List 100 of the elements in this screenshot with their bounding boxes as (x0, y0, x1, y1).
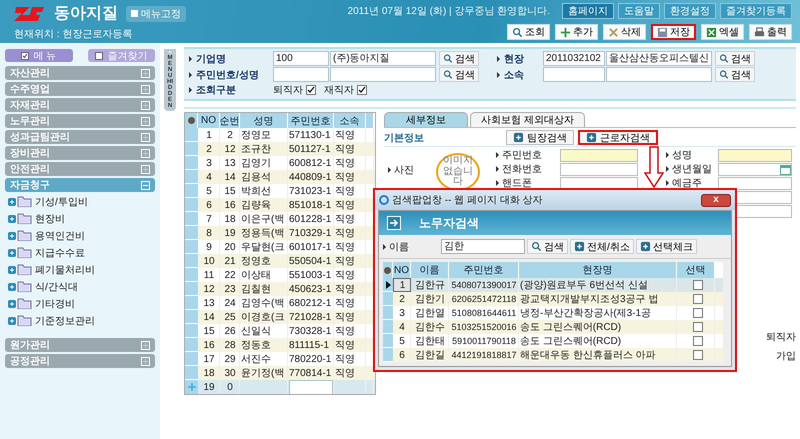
close-button[interactable]: x (701, 194, 731, 206)
input-field[interactable] (289, 380, 333, 394)
column-header[interactable]: 이름 (411, 262, 449, 278)
checkbox[interactable] (357, 85, 367, 96)
checkbox[interactable] (692, 336, 702, 346)
calendar-icon[interactable] (780, 164, 791, 175)
dept-code-field[interactable] (543, 67, 605, 82)
company-name-field[interactable]: (주)동아지질 (330, 51, 436, 66)
id-field[interactable] (273, 67, 329, 82)
option-label: 퇴직자 (766, 331, 796, 344)
input-field[interactable] (560, 149, 638, 162)
toolbar-button[interactable]: 저장 (651, 24, 696, 40)
folder-icon (8, 264, 32, 275)
input-field[interactable] (718, 177, 792, 190)
table-cell: 1 (393, 278, 411, 292)
menu-item[interactable]: 현장비 (5, 211, 155, 226)
menu-item[interactable]: 용역인건비 (5, 228, 155, 243)
expand-icon[interactable] (141, 68, 150, 78)
expand-icon[interactable] (141, 340, 150, 350)
printer-icon (754, 26, 765, 38)
search-button[interactable]: 검색 (439, 67, 479, 82)
empty-box-icon (95, 52, 104, 60)
menu-item[interactable]: 기성/투입비 (5, 194, 155, 209)
field-label: 전화번호 (496, 164, 560, 176)
toolbar-button[interactable]: 삭제 (603, 24, 646, 40)
field-label: 조회구분 (189, 83, 273, 97)
expand-icon[interactable] (141, 164, 150, 174)
expand-icon[interactable] (141, 100, 150, 110)
checkbox[interactable] (692, 294, 702, 304)
detail-tab[interactable]: 사회보험 제외대상자 (470, 112, 585, 127)
field-label: 생년월일 (666, 164, 718, 176)
field-label: 주민번호 (496, 150, 560, 162)
square-icon (131, 10, 138, 17)
photo-label: 사진 (388, 163, 414, 177)
column-header[interactable]: 소속 (334, 113, 366, 128)
company-title: 동아지질 (54, 4, 118, 24)
field-label: 성명 (666, 150, 718, 162)
checkbox[interactable] (692, 322, 702, 332)
menu-item[interactable]: 식/간식대 (5, 279, 155, 294)
site-name-field[interactable]: 울산삼산동오피스텔신 (606, 51, 712, 66)
checkbox[interactable] (692, 350, 702, 360)
header-link[interactable]: 홈페이지 (562, 3, 614, 19)
checkbox[interactable] (306, 85, 316, 96)
name-field[interactable] (330, 67, 436, 82)
search-button[interactable]: 검색 (715, 51, 755, 66)
column-header[interactable] (366, 113, 374, 128)
menu-item[interactable]: 기준정보관리 (5, 313, 155, 328)
table-cell: 6 (393, 348, 411, 362)
dialog-button[interactable]: 선택체크 (636, 239, 697, 254)
expand-icon[interactable] (141, 132, 150, 142)
row-header[interactable] (383, 278, 393, 292)
folder-icon (8, 298, 32, 309)
expand-icon[interactable] (141, 148, 150, 158)
checked-box-icon (21, 52, 30, 60)
input-field[interactable] (718, 149, 792, 162)
input-field[interactable] (560, 163, 638, 176)
toolbar-button[interactable]: 엑셀 (701, 24, 744, 40)
new-row-icon (188, 383, 196, 391)
detail-tab[interactable]: 세부정보 (384, 112, 468, 127)
menu-item[interactable]: 지급수수료 (5, 245, 155, 260)
column-header[interactable]: 주민번호 (449, 262, 519, 278)
menu-item[interactable]: 기타경비 (5, 296, 155, 311)
search-button[interactable]: 검색 (439, 51, 479, 66)
column-header[interactable]: 선택 (677, 262, 715, 278)
dialog-heading: 노무자검색 (419, 214, 479, 232)
column-header[interactable]: 현장명 (519, 262, 677, 278)
menu-item[interactable]: 폐기물처리비 (5, 262, 155, 277)
name-search-field[interactable]: 김한 (441, 239, 525, 254)
search-button[interactable]: 팀장검색 (506, 130, 574, 145)
search-icon (443, 53, 453, 64)
checkbox-label: 퇴직자 (273, 83, 316, 97)
dept-name-field[interactable] (606, 67, 712, 82)
collapse-icon[interactable] (141, 180, 150, 190)
dialog-button[interactable]: 검색 (527, 239, 568, 254)
column-header[interactable]: NO (393, 262, 411, 278)
input-field[interactable] (718, 163, 792, 176)
site-code-field[interactable]: 2011032102 (543, 51, 605, 66)
search-button[interactable]: 검색 (715, 67, 755, 82)
search-button[interactable]: 근로자검색 (578, 130, 658, 145)
ball-icon (188, 117, 194, 124)
plus-icon (586, 132, 597, 143)
browser-icon (379, 195, 389, 205)
column-header[interactable]: 순번 (220, 113, 240, 128)
column-header[interactable]: 주민번호 (288, 113, 334, 128)
checkbox[interactable] (692, 308, 702, 318)
toolbar-button[interactable]: 출력 (749, 24, 792, 40)
checkbox[interactable] (692, 280, 702, 290)
expand-icon[interactable] (141, 116, 150, 126)
field-label: 예금주 (666, 178, 718, 190)
toolbar-button[interactable]: 조회 (507, 24, 550, 40)
dialog-button[interactable]: 전체/취소 (570, 239, 634, 254)
company-code-field[interactable]: 100 (273, 51, 329, 66)
checkbox-label: 재직자 (324, 83, 367, 97)
expand-icon[interactable] (141, 356, 150, 366)
search-icon (531, 241, 542, 252)
expand-icon[interactable] (141, 84, 150, 94)
column-header[interactable]: NO (198, 113, 220, 128)
section-title: 기본정보 (384, 132, 425, 144)
column-header[interactable]: 성명 (240, 113, 288, 128)
toolbar-button[interactable]: 추가 (555, 24, 598, 40)
